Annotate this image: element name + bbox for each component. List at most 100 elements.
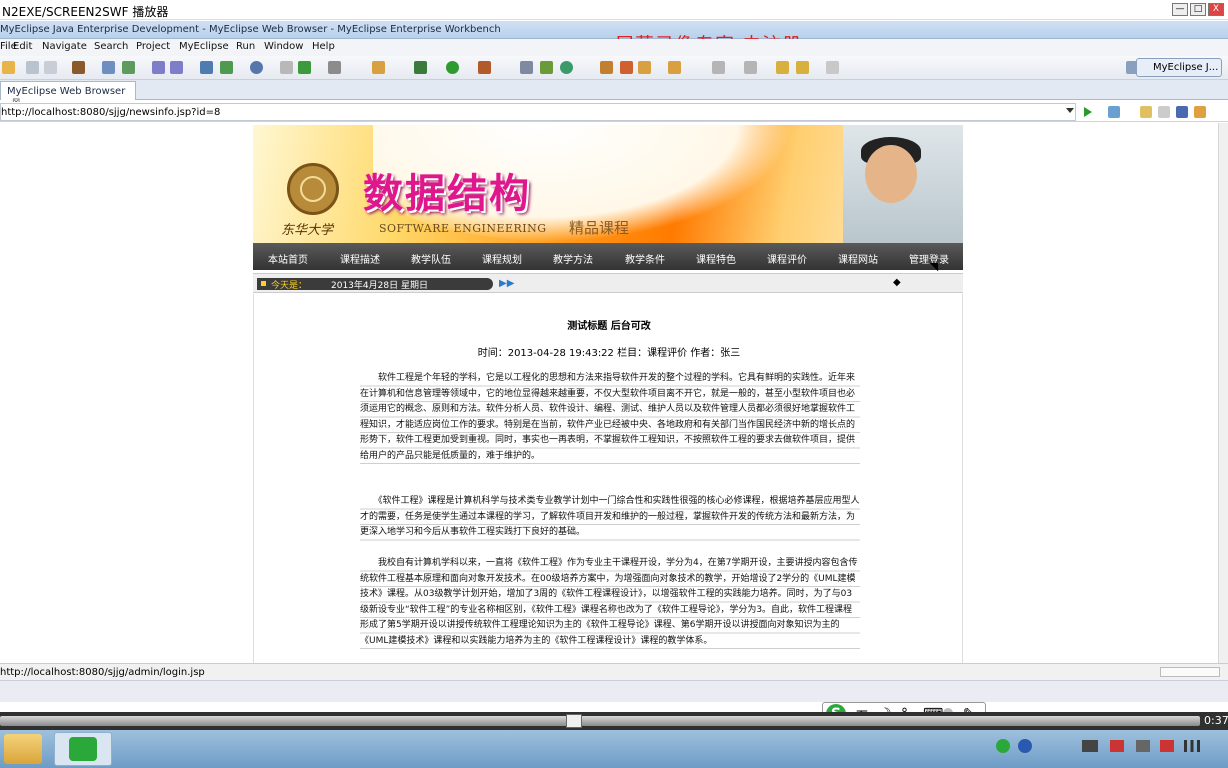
open-type-icon[interactable] (72, 61, 85, 74)
site-subtitle: SOFTWARE ENGINEERING (379, 222, 547, 235)
search-icon[interactable] (560, 61, 573, 74)
last-edit-icon[interactable] (776, 61, 789, 74)
nav-features[interactable]: 课程特色 (696, 251, 736, 266)
globe-icon[interactable] (250, 61, 263, 74)
nav-methods[interactable]: 教学方法 (553, 251, 593, 266)
tab-label: MyEclipse Web Browser (7, 86, 126, 97)
main-toolbar: MyEclipse J... (0, 56, 1228, 80)
status-url: http://localhost:8080/sjjg/admin/login.j… (0, 667, 205, 678)
date-bar: 今天是： 2013年4月28日 星期日 ▶▶ ◆ (253, 273, 963, 293)
save-icon[interactable] (26, 61, 39, 74)
prev-annotation-icon[interactable] (744, 61, 757, 74)
new-class-icon[interactable] (200, 61, 213, 74)
refactor-icon[interactable] (280, 61, 293, 74)
nav-admin-login[interactable]: 管理登录 (909, 251, 949, 266)
stop-icon[interactable] (1176, 106, 1188, 118)
server-icon[interactable] (122, 61, 135, 74)
close-button[interactable]: X (1208, 3, 1224, 16)
playback-time: 0:37 (1204, 714, 1228, 727)
volume-icon[interactable] (1136, 740, 1150, 752)
bookmark-icon[interactable] (600, 61, 613, 74)
nav-conditions[interactable]: 教学条件 (625, 251, 665, 266)
site-nav: 本站首页 课程描述 教学队伍 课程规划 教学方法 教学条件 课程特色 课程评价 … (253, 243, 963, 270)
menu-navigate[interactable]: Navigate (42, 41, 87, 52)
seek-thumb[interactable] (566, 714, 582, 728)
ime-tray-icon[interactable] (996, 739, 1010, 753)
perspective-button[interactable]: MyEclipse J... (1136, 58, 1222, 77)
progress-bar (1160, 667, 1220, 677)
external-tools-icon[interactable] (478, 61, 491, 74)
new-icon[interactable] (2, 61, 15, 74)
network-icon[interactable] (1082, 740, 1098, 752)
eclipse-bottom-bar (0, 680, 1228, 702)
forward-icon[interactable] (826, 61, 839, 74)
recorder-app-icon (69, 737, 97, 761)
forward-icon[interactable] (1158, 106, 1170, 118)
archive-icon[interactable] (638, 61, 651, 74)
chevron-down-icon[interactable] (1066, 108, 1074, 113)
debug-icon[interactable] (414, 61, 427, 74)
package-icon[interactable] (668, 61, 681, 74)
terminal-icon[interactable] (328, 61, 341, 74)
menu-window[interactable]: Window (264, 41, 303, 52)
taskbar-app-recorder[interactable] (54, 732, 112, 766)
tab-web-browser[interactable]: MyEclipse Web Browser ⊠ (0, 81, 136, 108)
article-meta: 时间：2013-04-28 19:43:22 栏目：课程评价 作者：张三 (477, 348, 741, 359)
explorer-icon[interactable] (4, 734, 42, 764)
web-project-icon[interactable] (152, 61, 165, 74)
open-task-icon[interactable] (540, 61, 553, 74)
site-tagline: 精品课程 (569, 219, 630, 237)
article-paragraph: 软件工程是个年轻的学科，它是以工程化的思想和方法来指导软件开发的整个过程的学科。… (360, 371, 860, 464)
open-resource-icon[interactable] (520, 61, 533, 74)
nav-evaluation[interactable]: 课程评价 (767, 251, 807, 266)
nav-description[interactable]: 课程描述 (340, 251, 380, 266)
recorder-title-bar: N2EXE/SCREEN2SWF 播放器 — □ X (0, 0, 1228, 20)
deploy-icon[interactable] (102, 61, 115, 74)
signal-icon[interactable] (1184, 740, 1200, 752)
article-paragraph: 《软件工程》课程是计算机科学与技术类专业教学计划中一门综合性和实践性很强的核心必… (360, 494, 860, 541)
date-value: 2013年4月28日 星期日 (331, 281, 428, 291)
nav-plan[interactable]: 课程规划 (482, 251, 522, 266)
browser-address-bar: http://localhost:8080/sjjg/newsinfo.jsp?… (0, 102, 1228, 122)
back-icon[interactable] (796, 61, 809, 74)
vertical-scrollbar[interactable] (1218, 123, 1228, 663)
article-paragraph: 我校自有计算机学科以来，一直将《软件工程》作为专业主干课程开设，学分为4，在第7… (360, 556, 860, 649)
refresh-icon[interactable] (298, 61, 311, 74)
nav-team[interactable]: 教学队伍 (411, 251, 451, 266)
ejb-project-icon[interactable] (170, 61, 183, 74)
refresh-icon[interactable] (1194, 106, 1206, 118)
folder-icon[interactable] (372, 61, 385, 74)
url-input[interactable]: http://localhost:8080/sjjg/newsinfo.jsp?… (0, 103, 1076, 121)
security-icon[interactable] (1110, 740, 1124, 752)
flag-icon[interactable] (1160, 740, 1174, 752)
next-annotation-icon[interactable] (712, 61, 725, 74)
back-icon[interactable] (1140, 106, 1152, 118)
settings-icon[interactable] (1108, 106, 1120, 118)
menu-help[interactable]: Help (312, 41, 335, 52)
menu-project[interactable]: Project (136, 41, 170, 52)
date-label: 今天是： (271, 281, 308, 291)
menu-run[interactable]: Run (236, 41, 255, 52)
maximize-button[interactable]: □ (1190, 3, 1206, 16)
minimize-button[interactable]: — (1172, 3, 1188, 16)
nav-home[interactable]: 本站首页 (268, 251, 308, 266)
help-icon[interactable] (1018, 739, 1032, 753)
double-arrow-icon: ▶▶ (499, 278, 515, 289)
go-icon[interactable] (1084, 107, 1092, 117)
new-package-icon[interactable] (220, 61, 233, 74)
bullet-icon (261, 281, 266, 286)
menu-search[interactable]: Search (94, 41, 128, 52)
seek-track[interactable] (0, 716, 1200, 726)
menu-bar: File Edit Navigate Search Project MyEcli… (0, 39, 1228, 56)
menu-myeclipse[interactable]: MyEclipse (179, 41, 229, 52)
site-title: 数据结构 (363, 171, 531, 217)
nav-website[interactable]: 课程网站 (838, 251, 878, 266)
marker-icon: ◆ (893, 277, 901, 288)
run-icon[interactable] (446, 61, 459, 74)
print-icon[interactable] (44, 61, 57, 74)
article: 测试标题 后台可改 时间：2013-04-28 19:43:22 栏目：课程评价… (253, 294, 963, 663)
pen-icon[interactable] (620, 61, 633, 74)
menu-edit[interactable]: Edit (13, 41, 32, 52)
site-banner: 东华大学 数据结构 SOFTWARE ENGINEERING 精品课程 (253, 125, 963, 243)
university-logo (287, 163, 339, 215)
